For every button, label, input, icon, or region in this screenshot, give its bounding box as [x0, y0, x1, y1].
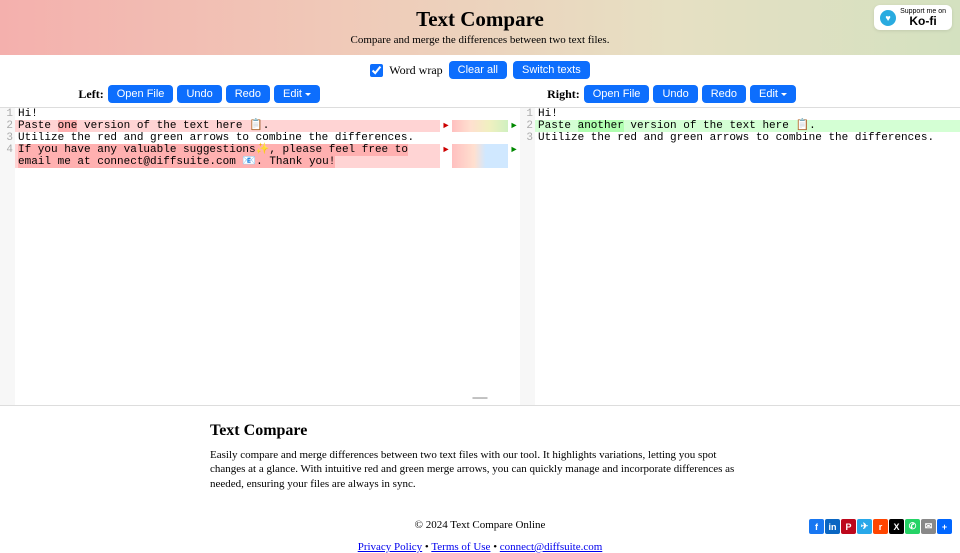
facebook-share-icon[interactable]: f	[809, 519, 824, 534]
telegram-share-icon[interactable]: ✈	[857, 519, 872, 534]
merge-left-arrow-icon[interactable]: ►	[509, 120, 519, 132]
kofi-icon: ♥	[880, 10, 896, 26]
left-line-2: Paste one version of the text here 📋.	[15, 120, 440, 132]
linkedin-share-icon[interactable]: in	[825, 519, 840, 534]
left-gutter: 1234	[0, 108, 15, 405]
switch-texts-button[interactable]: Switch texts	[513, 61, 590, 79]
merge-left-arrow-icon[interactable]: ►	[509, 144, 519, 156]
left-label: Left:	[78, 87, 103, 102]
right-arrow-strip: ► ►	[508, 108, 520, 405]
terms-link[interactable]: Terms of Use	[431, 541, 490, 553]
left-line-4: If you have any valuable suggestions✨, p…	[15, 144, 440, 168]
diff-area: 1234 Hi! Paste one version of the text h…	[0, 107, 960, 406]
article: Text Compare Easily compare and merge di…	[0, 406, 960, 501]
global-controls: Word wrap Clear all Switch texts	[0, 55, 960, 85]
share-share-icon[interactable]: +	[937, 519, 952, 534]
page-title: Text Compare	[0, 7, 960, 32]
right-line-3: Utilize the red and green arrows to comb…	[535, 132, 960, 144]
whatsapp-share-icon[interactable]: ✆	[905, 519, 920, 534]
wordwrap-checkbox[interactable]	[370, 64, 383, 77]
merge-right-arrow-icon[interactable]: ►	[441, 120, 451, 132]
panes-header: Left: Open File Undo Redo Edit Right: Op…	[0, 85, 960, 107]
left-undo-button[interactable]: Undo	[177, 85, 221, 103]
left-diff-word: one	[58, 120, 78, 132]
left-code[interactable]: Hi! Paste one version of the text here 📋…	[15, 108, 440, 405]
merge-right-arrow-icon[interactable]: ►	[441, 144, 451, 156]
left-redo-button[interactable]: Redo	[226, 85, 270, 103]
right-code[interactable]: Hi! Paste another version of the text he…	[535, 108, 960, 405]
article-body: Easily compare and merge differences bet…	[210, 448, 750, 491]
header: Text Compare Compare and merge the diffe…	[0, 0, 960, 55]
social-bar: finP✈rX✆✉+	[809, 519, 952, 534]
right-redo-button[interactable]: Redo	[702, 85, 746, 103]
wordwrap-label: Word wrap	[389, 63, 442, 78]
pinterest-share-icon[interactable]: P	[841, 519, 856, 534]
right-edit-dropdown[interactable]: Edit	[750, 85, 796, 103]
right-gutter: 123	[520, 108, 535, 405]
left-arrow-strip: ► ►	[440, 108, 452, 405]
left-edit-dropdown[interactable]: Edit	[274, 85, 320, 103]
left-line-1: Hi!	[15, 108, 440, 120]
kofi-button[interactable]: ♥ Support me on Ko-fi	[874, 5, 952, 30]
right-diff-word: another	[578, 120, 624, 132]
page-subtitle: Compare and merge the differences betwee…	[0, 34, 960, 46]
left-pane[interactable]: 1234 Hi! Paste one version of the text h…	[0, 108, 452, 405]
email-share-icon[interactable]: ✉	[921, 519, 936, 534]
privacy-link[interactable]: Privacy Policy	[358, 541, 422, 553]
right-label: Right:	[547, 87, 580, 102]
diff-overview[interactable]: ═══	[452, 108, 508, 405]
right-line-1: Hi!	[535, 108, 960, 120]
contact-email-link[interactable]: connect@diffsuite.com	[500, 541, 602, 553]
right-undo-button[interactable]: Undo	[653, 85, 697, 103]
reddit-share-icon[interactable]: r	[873, 519, 888, 534]
right-line-2: Paste another version of the text here 📋…	[535, 120, 960, 132]
article-title: Text Compare	[210, 422, 750, 440]
resize-handle[interactable]: ═══	[452, 395, 508, 402]
right-open-file-button[interactable]: Open File	[584, 85, 650, 103]
right-pane[interactable]: ► ► 123 Hi! Paste another version of the…	[508, 108, 960, 405]
left-line-3: Utilize the red and green arrows to comb…	[15, 132, 440, 144]
kofi-brand: Ko-fi	[900, 15, 946, 27]
x-share-icon[interactable]: X	[889, 519, 904, 534]
left-open-file-button[interactable]: Open File	[108, 85, 174, 103]
clear-all-button[interactable]: Clear all	[449, 61, 507, 79]
